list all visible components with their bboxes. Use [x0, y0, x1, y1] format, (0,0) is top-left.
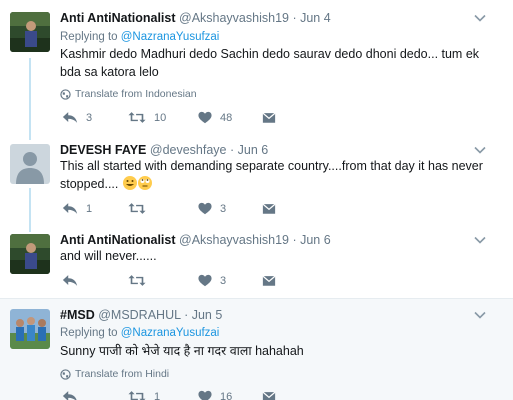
avatar[interactable] [10, 309, 50, 349]
retweet-count: 1 [154, 390, 161, 400]
chevron-down-icon[interactable] [473, 12, 487, 24]
timestamp[interactable]: Jun 6 [238, 143, 269, 157]
timestamp[interactable]: Jun 6 [300, 233, 331, 247]
author-name[interactable]: #MSD [60, 308, 95, 322]
tweet-text: Kashmir dedo Madhuri dedo Sachin dedo sa… [60, 47, 480, 79]
timestamp[interactable]: Jun 5 [192, 308, 223, 322]
author-handle[interactable]: @Akshayvashish19 [179, 11, 289, 25]
tweet-4[interactable]: #MSD @MSDRAHUL · Jun 5 Replying to @Nazr… [0, 298, 513, 400]
translate-link[interactable]: Translate from Hindi [60, 368, 169, 380]
replying-prefix: Replying to [60, 31, 118, 43]
tweet-header: Anti AntiNationalist @Akshayvashish19 · … [60, 232, 331, 248]
reply-icon [62, 390, 78, 400]
rolling-eyes-emoji-icon [137, 176, 152, 190]
retweet-button[interactable]: 10 [128, 111, 166, 124]
retweet-icon [128, 390, 146, 400]
reply-button[interactable]: 1 [62, 202, 92, 215]
reply-button[interactable] [62, 274, 86, 287]
message-button[interactable] [262, 274, 276, 287]
like-count: 16 [220, 390, 233, 400]
message-button[interactable] [262, 111, 276, 124]
retweet-icon [128, 274, 146, 287]
like-count: 3 [220, 202, 227, 215]
retweet-icon [128, 111, 146, 124]
author-handle[interactable]: @deveshfaye [150, 143, 227, 157]
tweet-1[interactable]: Anti AntiNationalist @Akshayvashish19 · … [0, 10, 513, 135]
heart-icon [198, 274, 212, 287]
retweet-button[interactable] [128, 274, 154, 287]
tweet-text: This all started with demanding separate… [60, 157, 500, 193]
translate-link[interactable]: Translate from Indonesian [60, 88, 197, 100]
reply-count: 1 [86, 202, 93, 215]
envelope-icon [262, 390, 276, 400]
reply-button[interactable]: 3 [62, 111, 92, 124]
separator-dot: · [292, 11, 297, 25]
chevron-down-icon[interactable] [473, 234, 487, 246]
retweet-button[interactable] [128, 202, 154, 215]
mention-link[interactable]: @NazranaYusufzai [121, 327, 220, 339]
like-button[interactable]: 3 [198, 202, 226, 215]
reply-count: 3 [86, 111, 93, 124]
separator-dot: · [184, 308, 189, 322]
reply-icon [62, 202, 78, 215]
replying-to: Replying to @NazranaYusufzai [60, 326, 219, 340]
separator-dot: · [292, 233, 297, 247]
author-handle[interactable]: @Akshayvashish19 [179, 233, 289, 247]
retweet-button[interactable]: 1 [128, 390, 160, 400]
heart-icon [198, 111, 212, 124]
tweet-2[interactable]: DEVESH FAYE @deveshfaye · Jun 6 This all… [0, 142, 513, 232]
chevron-down-icon[interactable] [473, 309, 487, 321]
tweet-text: Sunny पाजी को भेजे याद है ना गदर वाला ha… [60, 344, 304, 358]
envelope-icon [262, 274, 276, 287]
translate-label[interactable]: Translate from Hindi [75, 368, 169, 380]
tweet-text: and will never...... [60, 249, 157, 263]
chevron-down-icon[interactable] [473, 144, 487, 156]
like-button[interactable]: 16 [198, 390, 232, 400]
avatar[interactable] [10, 144, 50, 184]
envelope-icon [262, 111, 276, 124]
tweet-header: Anti AntiNationalist @Akshayvashish19 · … [60, 10, 331, 26]
message-button[interactable] [262, 390, 276, 400]
author-handle[interactable]: @MSDRAHUL [98, 308, 180, 322]
retweet-icon [128, 202, 146, 215]
globe-icon [60, 369, 71, 380]
author-name[interactable]: DEVESH FAYE [60, 143, 146, 157]
heart-icon [198, 390, 212, 400]
like-count: 48 [220, 111, 233, 124]
message-button[interactable] [262, 202, 276, 215]
avatar[interactable] [10, 234, 50, 274]
author-name[interactable]: Anti AntiNationalist [60, 233, 176, 247]
like-count: 3 [220, 274, 227, 287]
mention-link[interactable]: @NazranaYusufzai [121, 31, 220, 43]
replying-prefix: Replying to [60, 327, 118, 339]
avatar[interactable] [10, 12, 50, 52]
envelope-icon [262, 202, 276, 215]
tweet-header: #MSD @MSDRAHUL · Jun 5 [60, 307, 222, 323]
translate-label[interactable]: Translate from Indonesian [75, 88, 197, 100]
author-name[interactable]: Anti AntiNationalist [60, 11, 176, 25]
reply-button[interactable] [62, 390, 86, 400]
like-button[interactable]: 3 [198, 274, 226, 287]
timestamp[interactable]: Jun 4 [300, 11, 331, 25]
globe-icon [60, 89, 71, 100]
heart-icon [198, 202, 212, 215]
reply-icon [62, 274, 78, 287]
grinning-emoji-icon [122, 176, 137, 190]
tweet-3[interactable]: Anti AntiNationalist @Akshayvashish19 · … [0, 232, 513, 296]
separator-dot: · [229, 143, 235, 157]
reply-icon [62, 111, 78, 124]
like-button[interactable]: 48 [198, 111, 232, 124]
tweet-header: DEVESH FAYE @deveshfaye · Jun 6 [60, 142, 268, 158]
replying-to: Replying to @NazranaYusufzai [60, 30, 219, 44]
retweet-count: 10 [154, 111, 167, 124]
